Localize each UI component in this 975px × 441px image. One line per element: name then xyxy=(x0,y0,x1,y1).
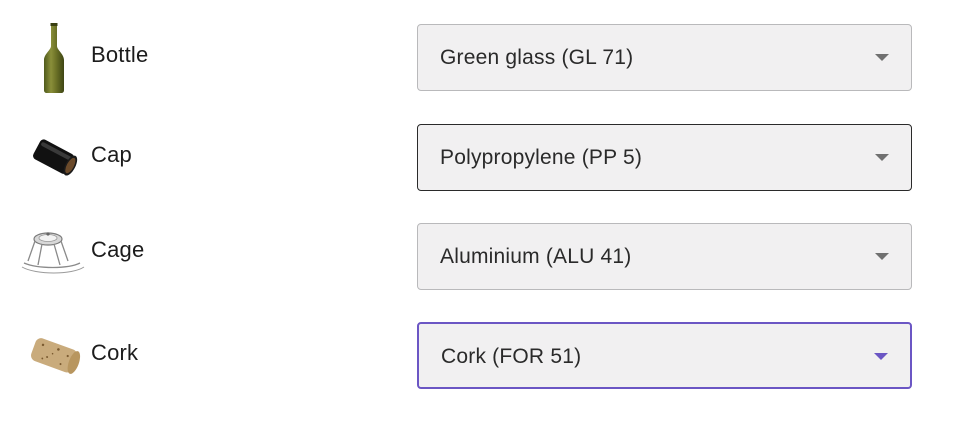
green-wine-bottle-icon xyxy=(18,18,90,98)
component-label-cork: Cork xyxy=(91,340,139,365)
component-label-cap: Cap xyxy=(91,142,132,167)
material-select-cap[interactable]: Polypropylene (PP 5) xyxy=(417,124,912,191)
chevron-down-icon xyxy=(875,253,889,260)
chevron-down-icon xyxy=(875,54,889,61)
component-row-bottle: Bottle Green glass (GL 71) xyxy=(0,18,975,98)
select-value-cork: Cork (FOR 51) xyxy=(441,345,582,368)
chevron-down-icon xyxy=(875,154,889,161)
select-value-cap: Polypropylene (PP 5) xyxy=(440,146,643,169)
material-select-cork[interactable]: Cork (FOR 51) xyxy=(417,322,912,389)
chevron-down-icon xyxy=(874,353,888,360)
select-value-cage: Aluminium (ALU 41) xyxy=(440,245,632,268)
component-row-cap: Cap Polypropylene (PP 5) xyxy=(0,118,975,198)
material-select-cage[interactable]: Aluminium (ALU 41) xyxy=(417,223,912,290)
component-label-bottle: Bottle xyxy=(91,42,149,67)
black-capsule-icon xyxy=(18,118,90,198)
select-value-bottle: Green glass (GL 71) xyxy=(440,46,634,69)
material-select-bottle[interactable]: Green glass (GL 71) xyxy=(417,24,912,91)
wire-cage-icon xyxy=(18,217,90,297)
component-row-cage: Cage Aluminium (ALU 41) xyxy=(0,217,975,297)
component-row-cork: Cork Cork (FOR 51) xyxy=(0,316,975,396)
cork-stopper-icon xyxy=(18,316,90,396)
component-label-cage: Cage xyxy=(91,237,145,262)
